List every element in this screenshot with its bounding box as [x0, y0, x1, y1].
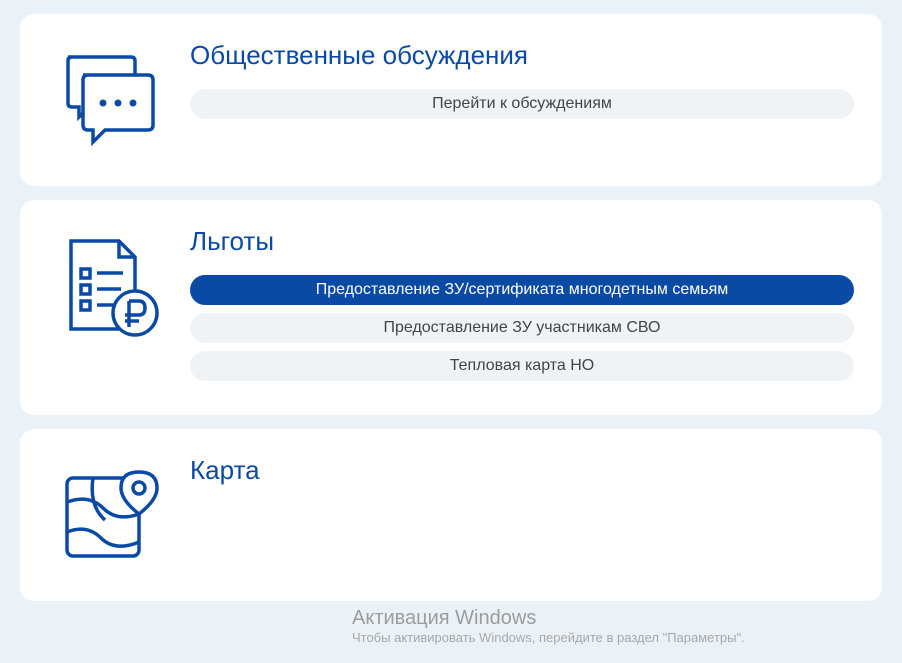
windows-activation-watermark: Активация Windows Чтобы активировать Win… [352, 607, 852, 645]
benefit-multichild-button[interactable]: Предоставление ЗУ/сертификата многодетны… [190, 275, 854, 305]
document-ruble-icon [48, 226, 168, 346]
go-to-discussions-button[interactable]: Перейти к обсуждениям [190, 89, 854, 119]
card-title: Карта [190, 455, 854, 486]
watermark-subtitle: Чтобы активировать Windows, перейдите в … [352, 630, 852, 645]
benefits-card: Льготы Предоставление ЗУ/сертификата мно… [20, 200, 882, 415]
card-body: Карта [190, 455, 854, 575]
card-title: Льготы [190, 226, 854, 257]
discussions-card: Общественные обсуждения Перейти к обсужд… [20, 14, 882, 186]
benefit-svo-button[interactable]: Предоставление ЗУ участникам СВО [190, 313, 854, 343]
benefit-heatmap-button[interactable]: Тепловая карта НО [190, 351, 854, 381]
watermark-title: Активация Windows [352, 607, 852, 630]
map-card: Карта [20, 429, 882, 601]
card-body: Льготы Предоставление ЗУ/сертификата мно… [190, 226, 854, 389]
card-title: Общественные обсуждения [190, 40, 854, 71]
card-body: Общественные обсуждения Перейти к обсужд… [190, 40, 854, 160]
chat-bubbles-icon [48, 40, 168, 160]
map-pin-icon [48, 455, 168, 575]
